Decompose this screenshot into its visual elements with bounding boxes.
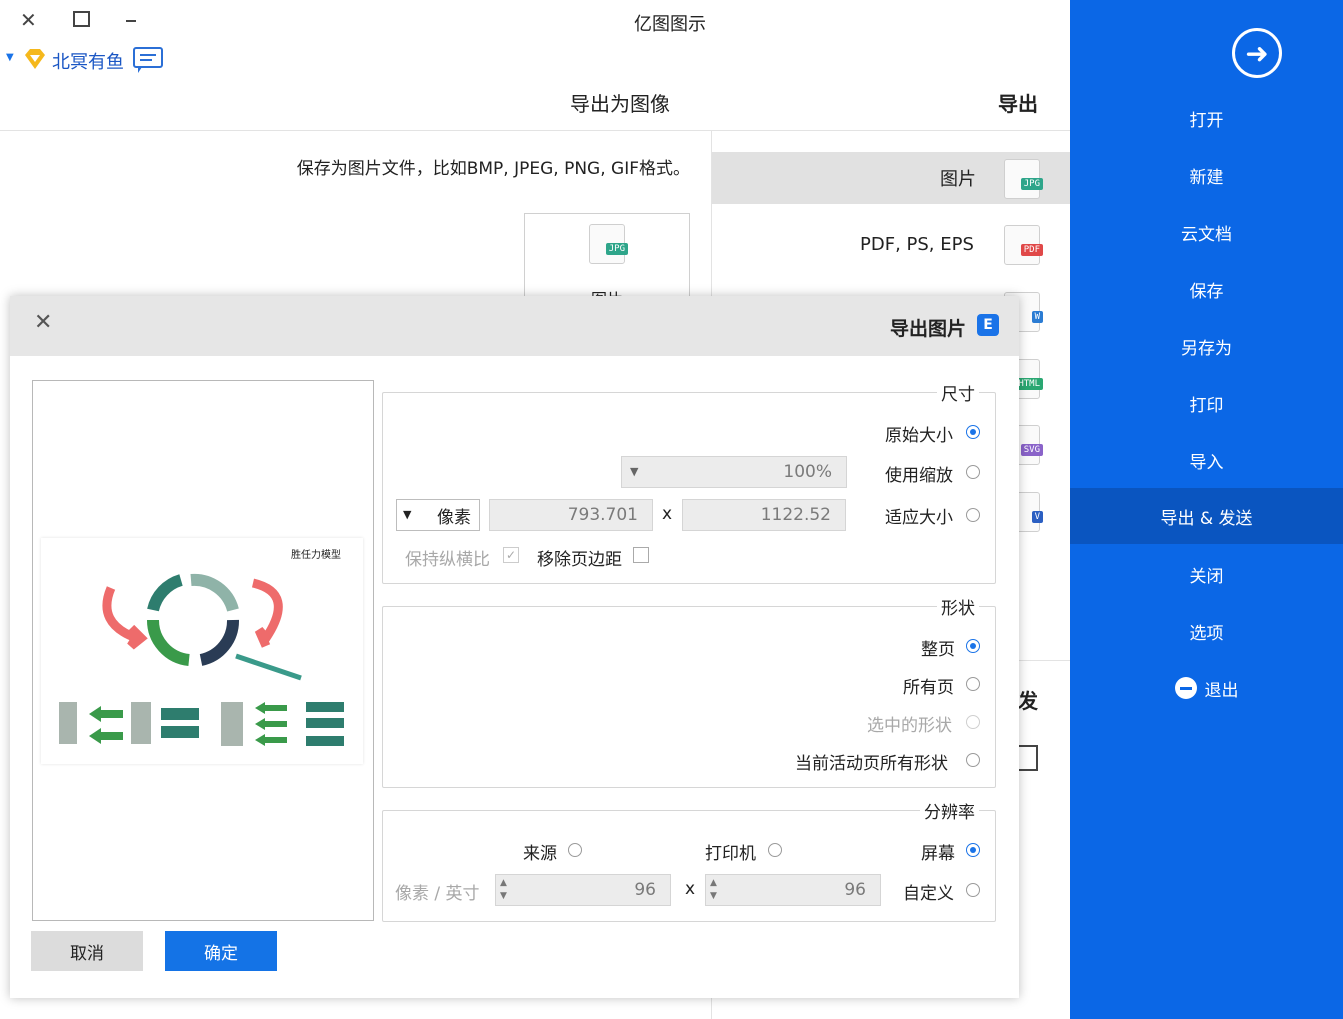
sidebar: ➜ 打开 新建 云文档 保存 另存为 打印 导入 导出 & 发送 关闭 选项 退… xyxy=(1070,0,1343,1019)
window-title: 亿图图示 xyxy=(634,14,706,35)
sidebar-item-exit[interactable]: 退出 xyxy=(1070,660,1343,716)
preview-panel: 胜任力模型 xyxy=(32,380,374,921)
section-title-send: 发 xyxy=(1018,689,1038,713)
radio-printer[interactable] xyxy=(768,843,782,857)
radio-original-size[interactable] xyxy=(966,425,980,439)
whole-page-label: 整页 xyxy=(921,640,955,660)
remove-margin-checkbox[interactable] xyxy=(633,547,649,563)
export-description: 保存为图片文件，比如BMP, JPEG, PNG, GIF格式。 xyxy=(296,159,690,179)
all-pages-label: 所有页 xyxy=(903,678,954,698)
radio-screen[interactable] xyxy=(966,843,980,857)
dialog-title: 导出图片 xyxy=(890,318,967,340)
radio-custom[interactable] xyxy=(966,883,980,897)
cancel-button[interactable]: 取消 xyxy=(31,931,143,971)
source-label: 来源 xyxy=(523,844,557,864)
scale-select[interactable]: 100% ▼ xyxy=(621,456,847,488)
preview-page: 胜任力模型 xyxy=(41,538,363,764)
caret-down-icon: ▼ xyxy=(630,465,639,478)
sidebar-item-options[interactable]: 选项 xyxy=(1070,603,1343,659)
vip-diamond-icon xyxy=(22,46,48,72)
close-window-icon[interactable]: ✕ xyxy=(20,8,37,32)
format-item-image[interactable]: 图片 JPG xyxy=(712,152,1070,204)
width-input[interactable]: 1122.52 xyxy=(682,499,846,531)
radio-active-page-shapes[interactable] xyxy=(966,753,980,767)
sidebar-item-close[interactable]: 关闭 xyxy=(1070,546,1343,602)
active-page-shapes-label: 当前活动页所有形状 xyxy=(795,754,948,774)
resolution-unit: 像素 / 英寸 xyxy=(395,884,480,904)
radio-selected-shapes[interactable] xyxy=(966,715,980,729)
export-image-dialog: ✕ 导出图片 E 胜任力模型 尺寸 原始大小 100% ▼ 使用缩放 像素 ▼ … xyxy=(10,296,1019,998)
original-size-label: 原始大小 xyxy=(885,426,953,446)
selected-shapes-label: 选中的形状 xyxy=(867,716,952,736)
jpg-file-icon: JPG xyxy=(589,224,628,264)
close-icon[interactable]: ✕ xyxy=(34,310,52,335)
caret-down-icon: ▼ xyxy=(403,508,412,521)
unit-select[interactable]: 像素 ▼ xyxy=(396,499,480,531)
sidebar-item-cloud[interactable]: 云文档 xyxy=(1070,204,1343,260)
format-item-pdf[interactable]: PDF, PS, EPS PDF xyxy=(712,218,1070,270)
size-title: 尺寸 xyxy=(937,380,979,405)
mail-icon xyxy=(1016,745,1038,771)
sidebar-item-export-send[interactable]: 导出 & 发送 xyxy=(1070,488,1343,544)
format-label: PDF, PS, EPS xyxy=(860,233,974,255)
radio-use-scale[interactable] xyxy=(966,465,980,479)
radio-all-pages[interactable] xyxy=(966,677,980,691)
fit-size-label: 适应大小 xyxy=(885,508,953,528)
resolution-y-input[interactable]: 96 ▲ ▼ xyxy=(495,874,671,906)
sidebar-item-open[interactable]: 打开 xyxy=(1070,90,1343,146)
preview-diagram xyxy=(59,573,344,746)
height-input[interactable]: 793.701 xyxy=(489,499,653,531)
sidebar-item-print[interactable]: 打印 xyxy=(1070,375,1343,431)
resolution-title: 分辨率 xyxy=(920,798,979,823)
resolution-group: 分辨率 屏幕 打印机 来源 自定义 96 ▲ ▼ x 96 ▲ ▼ 像素 / 英寸 xyxy=(382,798,996,922)
dialog-header: ✕ 导出图片 E xyxy=(10,296,1019,356)
sidebar-item-save-as[interactable]: 另存为 xyxy=(1070,318,1343,374)
size-group: 尺寸 原始大小 100% ▼ 使用缩放 像素 ▼ 793.701 x 1122.… xyxy=(382,380,996,584)
keep-ratio-checkbox[interactable]: ✓ xyxy=(503,547,519,563)
ok-button[interactable]: 确定 xyxy=(165,931,277,971)
sidebar-item-import[interactable]: 导入 xyxy=(1070,432,1343,488)
x-separator: x xyxy=(662,504,673,524)
spin-arrows-icon[interactable]: ▲ ▼ xyxy=(710,877,717,903)
jpg-file-icon: JPG xyxy=(1004,159,1043,199)
remove-margin-label: 移除页边距 xyxy=(537,550,622,570)
custom-label: 自定义 xyxy=(903,884,954,904)
open-arrow-icon[interactable]: ➜ xyxy=(1232,28,1282,78)
shape-group: 形状 整页 所有页 选中的形状 当前活动页所有形状 xyxy=(382,594,996,788)
printer-label: 打印机 xyxy=(705,844,756,864)
maximize-icon[interactable] xyxy=(73,11,90,27)
section-title: 导出 xyxy=(998,92,1038,116)
app-logo-icon: E xyxy=(977,314,999,336)
format-label: 图片 xyxy=(940,169,976,190)
shape-title: 形状 xyxy=(937,594,979,619)
keep-ratio-label: 保持纵横比 xyxy=(405,550,490,570)
sidebar-item-new[interactable]: 新建 xyxy=(1070,147,1343,203)
minus-circle-icon xyxy=(1174,677,1197,699)
page-title: 导出为图像 xyxy=(570,92,670,116)
minimize-icon[interactable] xyxy=(126,20,136,22)
feedback-icon[interactable] xyxy=(132,46,164,74)
user-name[interactable]: 北冥有鱼 xyxy=(52,48,124,74)
radio-source[interactable] xyxy=(568,843,582,857)
radio-fit-size[interactable] xyxy=(966,508,980,522)
title-bar: ✕ 亿图图示 ▼ 北冥有鱼 导出 导出为图像 xyxy=(0,0,1070,131)
spin-arrows-icon[interactable]: ▲ ▼ xyxy=(500,877,507,903)
use-scale-label: 使用缩放 xyxy=(885,466,953,486)
unit-value: 像素 xyxy=(437,507,471,528)
resolution-x-input[interactable]: 96 ▲ ▼ xyxy=(705,874,881,906)
x-separator: x xyxy=(685,879,696,899)
sidebar-item-label: 退出 xyxy=(1204,680,1239,701)
scale-value: 100% xyxy=(783,462,832,482)
pdf-file-icon: PDF xyxy=(1004,225,1043,265)
radio-whole-page[interactable] xyxy=(966,639,980,653)
screen-label: 屏幕 xyxy=(921,844,955,864)
sidebar-item-save[interactable]: 保存 xyxy=(1070,261,1343,317)
caret-down-icon[interactable]: ▼ xyxy=(6,52,14,63)
